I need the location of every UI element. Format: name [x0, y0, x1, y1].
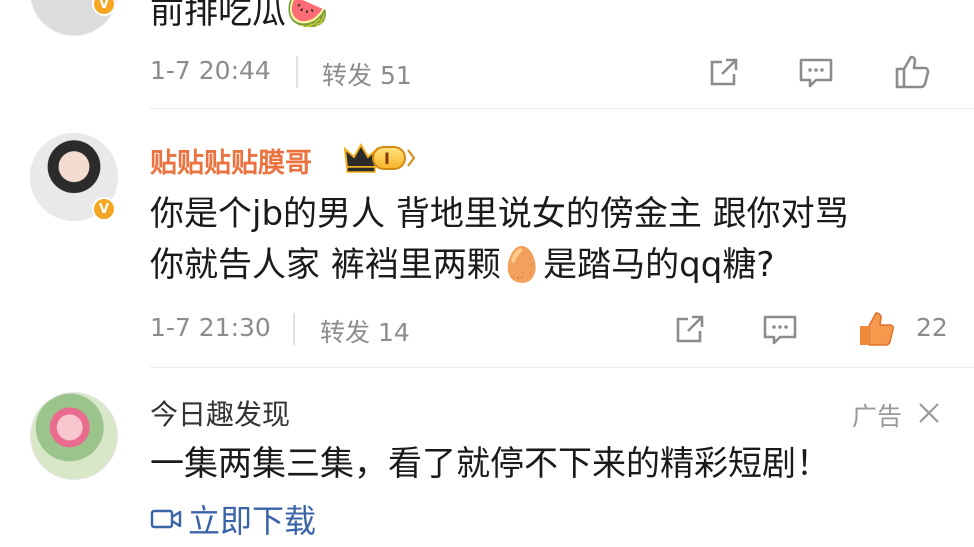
- like-active-icon[interactable]: [856, 309, 896, 349]
- ad-text: 一集两集三集，看了就停不下来的精彩短剧！: [150, 444, 830, 484]
- share-icon[interactable]: [670, 309, 710, 349]
- like-icon[interactable]: [892, 52, 932, 92]
- fan-level-badge: I: [344, 143, 416, 173]
- egg-emoji-icon: 🥚: [500, 245, 544, 285]
- repost-button[interactable]: 转发 51: [322, 56, 412, 92]
- comment-text-line-2: 你就告人家 裤裆里两颗🥚是踏马的qq糖?: [150, 245, 775, 285]
- chevron-right-icon: [407, 149, 416, 167]
- ad-avatar[interactable]: [30, 392, 118, 480]
- advertiser-name[interactable]: 今日趣发现: [150, 393, 290, 433]
- comment-icon[interactable]: [796, 52, 836, 92]
- download-link[interactable]: 立即下载: [150, 496, 316, 542]
- separator-line: [150, 367, 974, 368]
- divider: [296, 56, 298, 88]
- watermelon-emoji-icon: 🍉: [286, 0, 329, 32]
- ad-label: 广告: [852, 402, 903, 431]
- verified-badge-icon: V: [92, 197, 116, 221]
- comment-text: 前排吃瓜🍉: [150, 0, 328, 36]
- level-label: I: [372, 146, 406, 170]
- comment-time: 1-7 20:44: [150, 56, 271, 85]
- comment-text-line-1: 你是个jb的男人 背地里说女的傍金主 跟你对骂: [150, 194, 849, 234]
- share-icon[interactable]: [704, 52, 744, 92]
- comment-icon[interactable]: [760, 309, 800, 349]
- separator-line: [150, 108, 974, 109]
- username[interactable]: 贴贴贴贴膜哥: [150, 141, 312, 180]
- repost-button[interactable]: 转发 14: [320, 313, 410, 349]
- like-count: 22: [916, 313, 948, 342]
- close-icon[interactable]: [916, 400, 942, 426]
- video-icon: [150, 509, 182, 529]
- comment-time: 1-7 21:30: [150, 313, 271, 342]
- divider: [293, 313, 295, 345]
